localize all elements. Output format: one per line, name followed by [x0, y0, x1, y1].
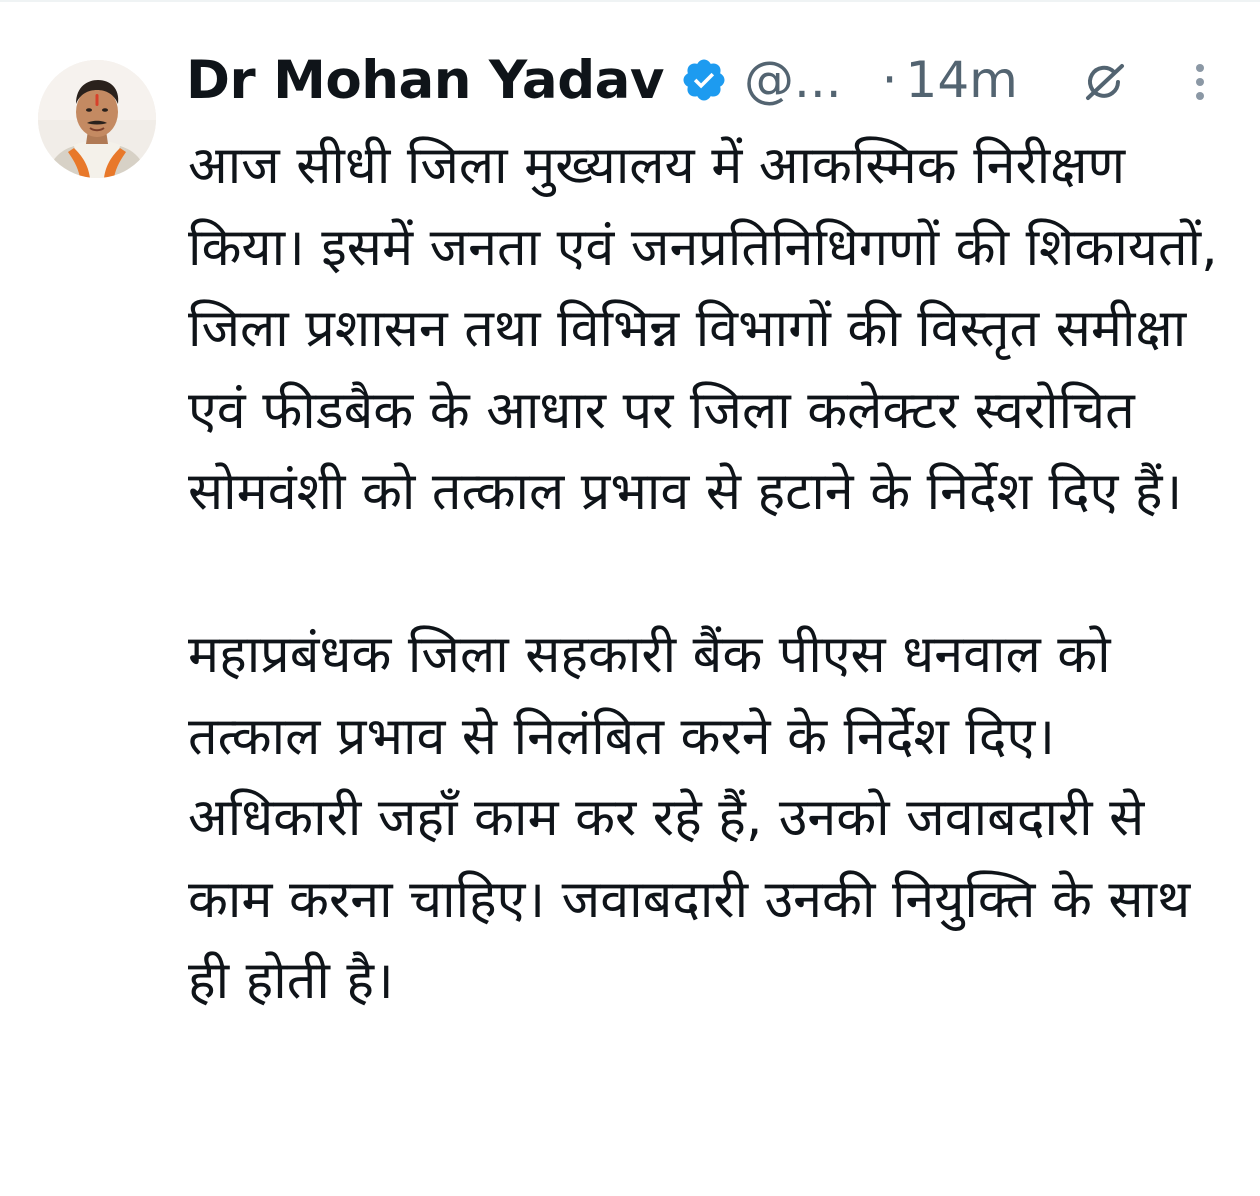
- post-paragraph-2: महाप्रबंधक जिला सहकारी बैंक पीएस धनवाल क…: [188, 625, 1207, 1011]
- post-timestamp[interactable]: 14m: [906, 51, 1018, 109]
- post-text: आज सीधी जिला मुख्यालय में आकस्मिक निरीक्…: [188, 126, 1238, 1023]
- top-divider: [0, 0, 1260, 2]
- profile-photo: [38, 60, 156, 178]
- verified-badge-icon: [680, 56, 728, 104]
- author-display-name[interactable]: Dr Mohan Yadav: [186, 50, 664, 111]
- separator-dot: ·: [881, 51, 898, 109]
- post-header: Dr Mohan Yadav @... · 14m: [186, 44, 1018, 116]
- grok-icon[interactable]: [1080, 58, 1128, 106]
- author-handle[interactable]: @...: [744, 51, 842, 109]
- avatar[interactable]: [38, 60, 156, 178]
- post-paragraph-1: आज सीधी जिला मुख्यालय में आकस्मिक निरीक्…: [188, 136, 1235, 522]
- more-options-icon[interactable]: [1180, 60, 1220, 108]
